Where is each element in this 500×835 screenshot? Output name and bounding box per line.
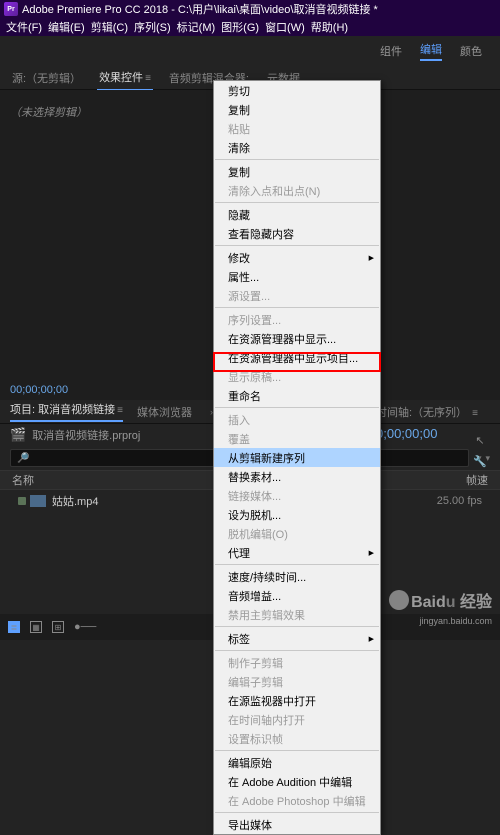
context-item: 编辑子剪辑 bbox=[214, 672, 380, 691]
context-item[interactable]: 速度/持续时间... bbox=[214, 567, 380, 586]
context-item[interactable]: 编辑原始 bbox=[214, 753, 380, 772]
menu-file[interactable]: 文件(F) bbox=[4, 19, 44, 35]
playhead-timecode[interactable]: 00;00;00;00 bbox=[10, 384, 68, 396]
context-item: 禁用主剪辑效果 bbox=[214, 605, 380, 624]
context-item: 制作子剪辑 bbox=[214, 653, 380, 672]
context-item: 序列设置... bbox=[214, 310, 380, 329]
context-item: 在 Adobe Photoshop 中编辑 bbox=[214, 791, 380, 810]
context-item[interactable]: 重命名 bbox=[214, 386, 380, 405]
menu-graphics[interactable]: 图形(G) bbox=[219, 19, 261, 35]
app-logo-icon: Pr bbox=[4, 2, 18, 16]
context-item[interactable]: 复制 bbox=[214, 162, 380, 181]
context-item[interactable]: 查看隐藏内容 bbox=[214, 224, 380, 243]
context-item[interactable]: 在资源管理器中显示项目... bbox=[214, 348, 380, 367]
context-item[interactable]: 导出媒体 bbox=[214, 815, 380, 834]
workspace-tab-editing[interactable]: 编辑 bbox=[420, 41, 442, 61]
menu-window[interactable]: 窗口(W) bbox=[263, 19, 307, 35]
tab-media-browser[interactable]: 媒体浏览器 bbox=[137, 404, 192, 420]
watermark-url: jingyan.baidu.com bbox=[419, 616, 492, 626]
context-item[interactable]: 在源监视器中打开 bbox=[214, 691, 380, 710]
context-item[interactable]: 复制 bbox=[214, 100, 380, 119]
workspace-tabs: 组件 编辑 颜色 bbox=[0, 36, 500, 66]
clip-fps: 25.00 fps bbox=[437, 495, 482, 507]
watermark: Baidu 经验 bbox=[389, 588, 492, 612]
context-item: 设置标识帧 bbox=[214, 729, 380, 748]
context-item[interactable]: 代理 bbox=[214, 543, 380, 562]
titlebar: Pr Adobe Premiere Pro CC 2018 - C:\用户\li… bbox=[0, 0, 500, 18]
context-item[interactable]: 在资源管理器中显示... bbox=[214, 329, 380, 348]
menu-marker[interactable]: 标记(M) bbox=[175, 19, 218, 35]
zoom-slider-icon[interactable]: ●── bbox=[74, 621, 96, 633]
list-view-icon[interactable]: ≣ bbox=[8, 621, 20, 633]
selection-tool-icon[interactable]: ↖ bbox=[475, 434, 484, 447]
context-item[interactable]: 设为脱机... bbox=[214, 505, 380, 524]
clip-thumbnail-icon bbox=[30, 495, 46, 507]
label-color-swatch bbox=[18, 497, 26, 505]
context-item[interactable]: 在 Adobe Audition 中编辑 bbox=[214, 772, 380, 791]
clip-name: 姑姑.mp4 bbox=[52, 493, 98, 509]
context-item[interactable]: 替换素材... bbox=[214, 467, 380, 486]
freeform-view-icon[interactable]: ⊞ bbox=[52, 621, 64, 633]
menu-edit[interactable]: 编辑(E) bbox=[46, 19, 87, 35]
menu-help[interactable]: 帮助(H) bbox=[309, 19, 350, 35]
panel-menu-icon[interactable]: ≡ bbox=[145, 73, 151, 84]
context-item[interactable]: 音频增益... bbox=[214, 586, 380, 605]
context-item: 清除入点和出点(N) bbox=[214, 181, 380, 200]
wrench-tool-icon[interactable]: 🔧 bbox=[473, 455, 487, 468]
icon-view-icon[interactable]: ▦ bbox=[30, 621, 42, 633]
project-filename: 取消音视频链接.prproj bbox=[32, 427, 140, 443]
context-item[interactable]: 清除 bbox=[214, 138, 380, 157]
context-item[interactable]: 修改 bbox=[214, 248, 380, 267]
context-item: 显示原稿... bbox=[214, 367, 380, 386]
panel-menu-icon[interactable]: ≡ bbox=[117, 405, 123, 416]
context-item: 链接媒体... bbox=[214, 486, 380, 505]
context-item[interactable]: 隐藏 bbox=[214, 205, 380, 224]
workspace-tab-color[interactable]: 颜色 bbox=[460, 43, 482, 59]
context-item: 覆盖 bbox=[214, 429, 380, 448]
context-item: 插入 bbox=[214, 410, 380, 429]
context-item: 在时间轴内打开 bbox=[214, 710, 380, 729]
titlebar-text: Adobe Premiere Pro CC 2018 - C:\用户\likai… bbox=[22, 1, 378, 17]
workspace-tab-assembly[interactable]: 组件 bbox=[380, 43, 402, 59]
tab-project[interactable]: 项目: 取消音视频链接≡ bbox=[10, 401, 123, 422]
baidu-paw-icon bbox=[389, 590, 409, 610]
context-item[interactable]: 标签 bbox=[214, 629, 380, 648]
menu-sequence[interactable]: 序列(S) bbox=[132, 19, 173, 35]
context-item[interactable]: 从剪辑新建序列 bbox=[214, 448, 380, 467]
clip-context-menu: 剪切复制粘贴清除复制清除入点和出点(N)隐藏查看隐藏内容修改属性...源设置..… bbox=[213, 80, 381, 835]
context-item[interactable]: 属性... bbox=[214, 267, 380, 286]
context-item: 脱机编辑(O) bbox=[214, 524, 380, 543]
context-item: 粘贴 bbox=[214, 119, 380, 138]
tab-effect-controls[interactable]: 效果控件≡ bbox=[97, 65, 153, 91]
menu-clip[interactable]: 剪辑(C) bbox=[89, 19, 130, 35]
tool-column: ↖ 🔧 bbox=[460, 434, 500, 468]
context-item: 源设置... bbox=[214, 286, 380, 305]
project-icon: 🎬 bbox=[10, 427, 26, 443]
menubar: 文件(F) 编辑(E) 剪辑(C) 序列(S) 标记(M) 图形(G) 窗口(W… bbox=[0, 18, 500, 36]
tab-source[interactable]: 源:（无剪辑） bbox=[10, 66, 83, 90]
context-item[interactable]: 剪切 bbox=[214, 81, 380, 100]
